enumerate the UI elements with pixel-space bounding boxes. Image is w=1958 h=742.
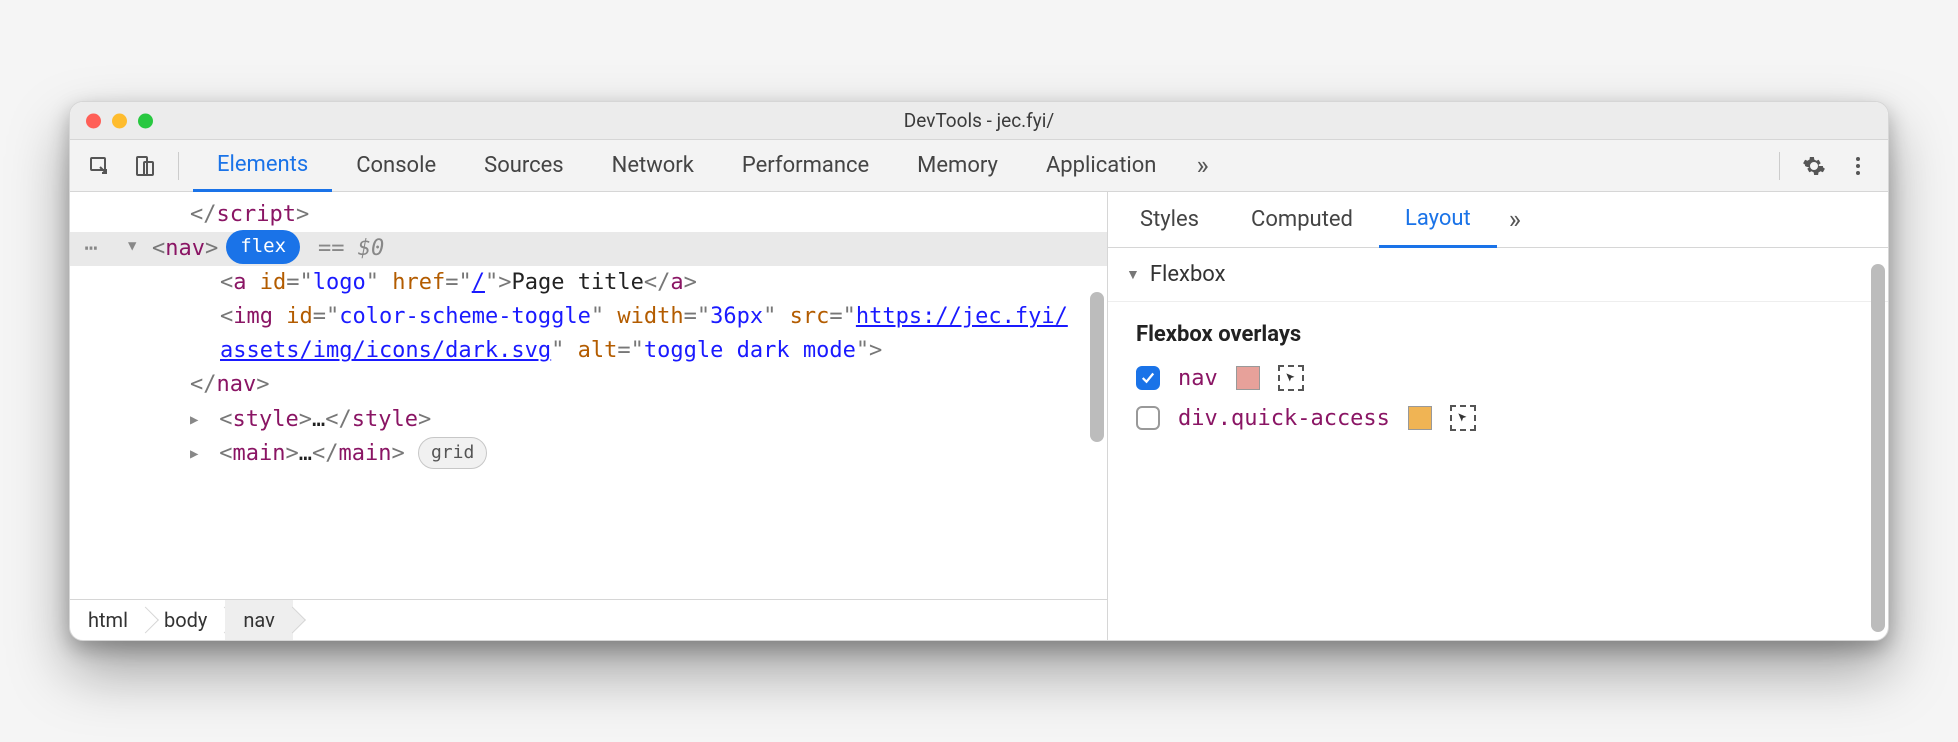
window-title: DevTools - jec.fyi/ xyxy=(904,109,1054,132)
breadcrumb-html[interactable]: html xyxy=(70,600,146,640)
color-swatch[interactable] xyxy=(1408,406,1432,430)
main-toolbar: Elements Console Sources Network Perform… xyxy=(70,140,1888,192)
scrollbar-thumb[interactable] xyxy=(1871,264,1885,632)
chevron-down-icon: ▼ xyxy=(1126,266,1140,283)
dom-tree[interactable]: </script> ⋯ ▼ <nav> flex == $0 <a id="lo… xyxy=(70,192,1107,599)
devtools-window: DevTools - jec.fyi/ Elements Console Sou… xyxy=(69,101,1889,641)
elements-panel: </script> ⋯ ▼ <nav> flex == $0 <a id="lo… xyxy=(70,192,1108,640)
tab-styles[interactable]: Styles xyxy=(1114,192,1225,248)
sidebar-tabs: Styles Computed Layout » xyxy=(1108,192,1888,248)
overlays-heading: Flexbox overlays xyxy=(1136,322,1860,347)
styles-sidebar: Styles Computed Layout » ▼ Flexbox Flexb… xyxy=(1108,192,1888,640)
close-icon[interactable] xyxy=(86,113,101,128)
breadcrumb-body[interactable]: body xyxy=(146,600,225,640)
gear-icon[interactable] xyxy=(1794,146,1834,186)
dom-node-script-close[interactable]: </script> xyxy=(70,198,1107,232)
panel-body: </script> ⋯ ▼ <nav> flex == $0 <a id="lo… xyxy=(70,192,1888,640)
overlay-label[interactable]: nav xyxy=(1178,366,1218,391)
dom-node-main[interactable]: ▶ <main>…</main> grid xyxy=(70,437,1107,471)
overlay-row-nav: nav xyxy=(1136,365,1860,391)
toolbar-divider xyxy=(1779,152,1780,180)
tab-sources[interactable]: Sources xyxy=(460,140,588,192)
kebab-icon[interactable] xyxy=(1838,146,1878,186)
tab-computed[interactable]: Computed xyxy=(1225,192,1379,248)
tab-memory[interactable]: Memory xyxy=(893,140,1022,192)
breadcrumbs: html body nav xyxy=(70,599,1107,640)
device-toggle-icon[interactable] xyxy=(124,146,164,186)
color-swatch[interactable] xyxy=(1236,366,1260,390)
titlebar: DevTools - jec.fyi/ xyxy=(70,102,1888,140)
tab-network[interactable]: Network xyxy=(588,140,718,192)
highlight-icon[interactable] xyxy=(1450,405,1476,431)
maximize-icon[interactable] xyxy=(138,113,153,128)
main-tabs: Elements Console Sources Network Perform… xyxy=(193,140,1180,192)
minimize-icon[interactable] xyxy=(112,113,127,128)
dom-node-img[interactable]: <img id="color-scheme-toggle" width="36p… xyxy=(70,300,1107,368)
tab-application[interactable]: Application xyxy=(1022,140,1180,192)
tab-performance[interactable]: Performance xyxy=(718,140,893,192)
flex-badge[interactable]: flex xyxy=(226,230,300,263)
toolbar-divider xyxy=(178,152,179,180)
drag-handle-icon[interactable]: ⋯ xyxy=(72,232,112,266)
console-ref: == $0 xyxy=(318,232,384,266)
dom-node-nav-close[interactable]: </nav> xyxy=(70,368,1107,402)
overlay-label[interactable]: div.quick-access xyxy=(1178,406,1390,431)
expand-icon[interactable]: ▼ xyxy=(128,236,144,258)
overlay-row-quick-access: div.quick-access xyxy=(1136,405,1860,431)
checkbox-nav[interactable] xyxy=(1136,366,1160,390)
dom-node-style[interactable]: ▶ <style>…</style> xyxy=(70,403,1107,437)
expand-icon[interactable]: ▶ xyxy=(190,410,206,432)
expand-icon[interactable]: ▶ xyxy=(190,444,206,466)
grid-badge[interactable]: grid xyxy=(418,437,487,469)
traffic-lights[interactable] xyxy=(86,113,153,128)
scrollbar-thumb[interactable] xyxy=(1090,292,1104,442)
dom-node-a[interactable]: <a id="logo" href="/">Page title</a> xyxy=(70,266,1107,300)
section-title: Flexbox xyxy=(1150,262,1226,287)
dom-node-nav-selected[interactable]: ⋯ ▼ <nav> flex == $0 xyxy=(70,232,1107,266)
more-tabs-icon[interactable]: » xyxy=(1497,205,1533,235)
breadcrumb-nav[interactable]: nav xyxy=(225,600,292,640)
inspect-icon[interactable] xyxy=(80,146,120,186)
highlight-icon[interactable] xyxy=(1278,365,1304,391)
tab-elements[interactable]: Elements xyxy=(193,140,332,192)
tab-console[interactable]: Console xyxy=(332,140,460,192)
flexbox-section-header[interactable]: ▼ Flexbox xyxy=(1108,248,1888,302)
flexbox-section-body: Flexbox overlays nav div.quick-access xyxy=(1108,302,1888,457)
checkbox-quick-access[interactable] xyxy=(1136,406,1160,430)
more-tabs-icon[interactable]: » xyxy=(1184,151,1220,181)
tab-layout[interactable]: Layout xyxy=(1379,192,1497,248)
